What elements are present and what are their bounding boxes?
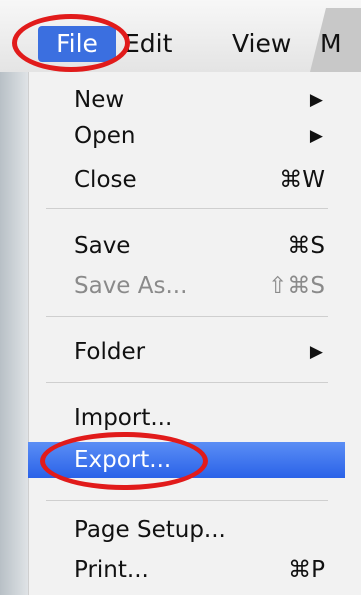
menu-item-import[interactable]: Import... <box>28 400 345 436</box>
menu-item-new[interactable]: New ▶ <box>28 82 345 118</box>
menu-separator <box>46 208 328 209</box>
menu-edit[interactable]: Edit <box>124 26 172 62</box>
menu-item-label: Import... <box>74 405 173 431</box>
menu-view[interactable]: View <box>232 26 291 62</box>
menu-item-save[interactable]: Save ⌘S <box>28 228 345 264</box>
export-highlight-ellipse <box>40 432 208 490</box>
menu-item-label: Close <box>74 167 137 193</box>
menu-item-label: Save <box>74 233 131 259</box>
menu-item-close[interactable]: Close ⌘W <box>28 162 345 198</box>
menu-separator <box>46 316 328 317</box>
menu-item-label: Open <box>74 123 136 149</box>
menu-separator <box>46 500 328 501</box>
submenu-arrow-icon: ▶ <box>309 342 323 362</box>
submenu-arrow-icon: ▶ <box>309 126 323 146</box>
menu-item-shortcut: ⇧⌘S <box>268 273 325 299</box>
menu-item-print[interactable]: Print... ⌘P <box>28 552 345 588</box>
menu-item-label: Folder <box>74 339 146 365</box>
menu-next[interactable]: M <box>320 26 342 62</box>
menu-item-label: Page Setup... <box>74 517 226 543</box>
menu-item-shortcut: ⌘S <box>287 233 325 259</box>
menu-item-label: New <box>74 87 125 113</box>
menu-item-folder[interactable]: Folder ▶ <box>28 334 345 370</box>
menu-item-shortcut: ⌘P <box>288 557 325 583</box>
file-highlight-ellipse <box>12 14 130 72</box>
menu-item-save-as: Save As... ⇧⌘S <box>28 268 345 304</box>
menu-item-label: Print... <box>74 557 149 583</box>
menu-item-shortcut: ⌘W <box>279 167 325 193</box>
menu-item-open[interactable]: Open ▶ <box>28 118 345 154</box>
menu-item-label: Save As... <box>74 273 188 299</box>
menu-item-page-setup[interactable]: Page Setup... <box>28 512 345 548</box>
background-window-strip <box>0 72 28 595</box>
menu-separator <box>46 382 328 383</box>
submenu-arrow-icon: ▶ <box>309 90 323 110</box>
